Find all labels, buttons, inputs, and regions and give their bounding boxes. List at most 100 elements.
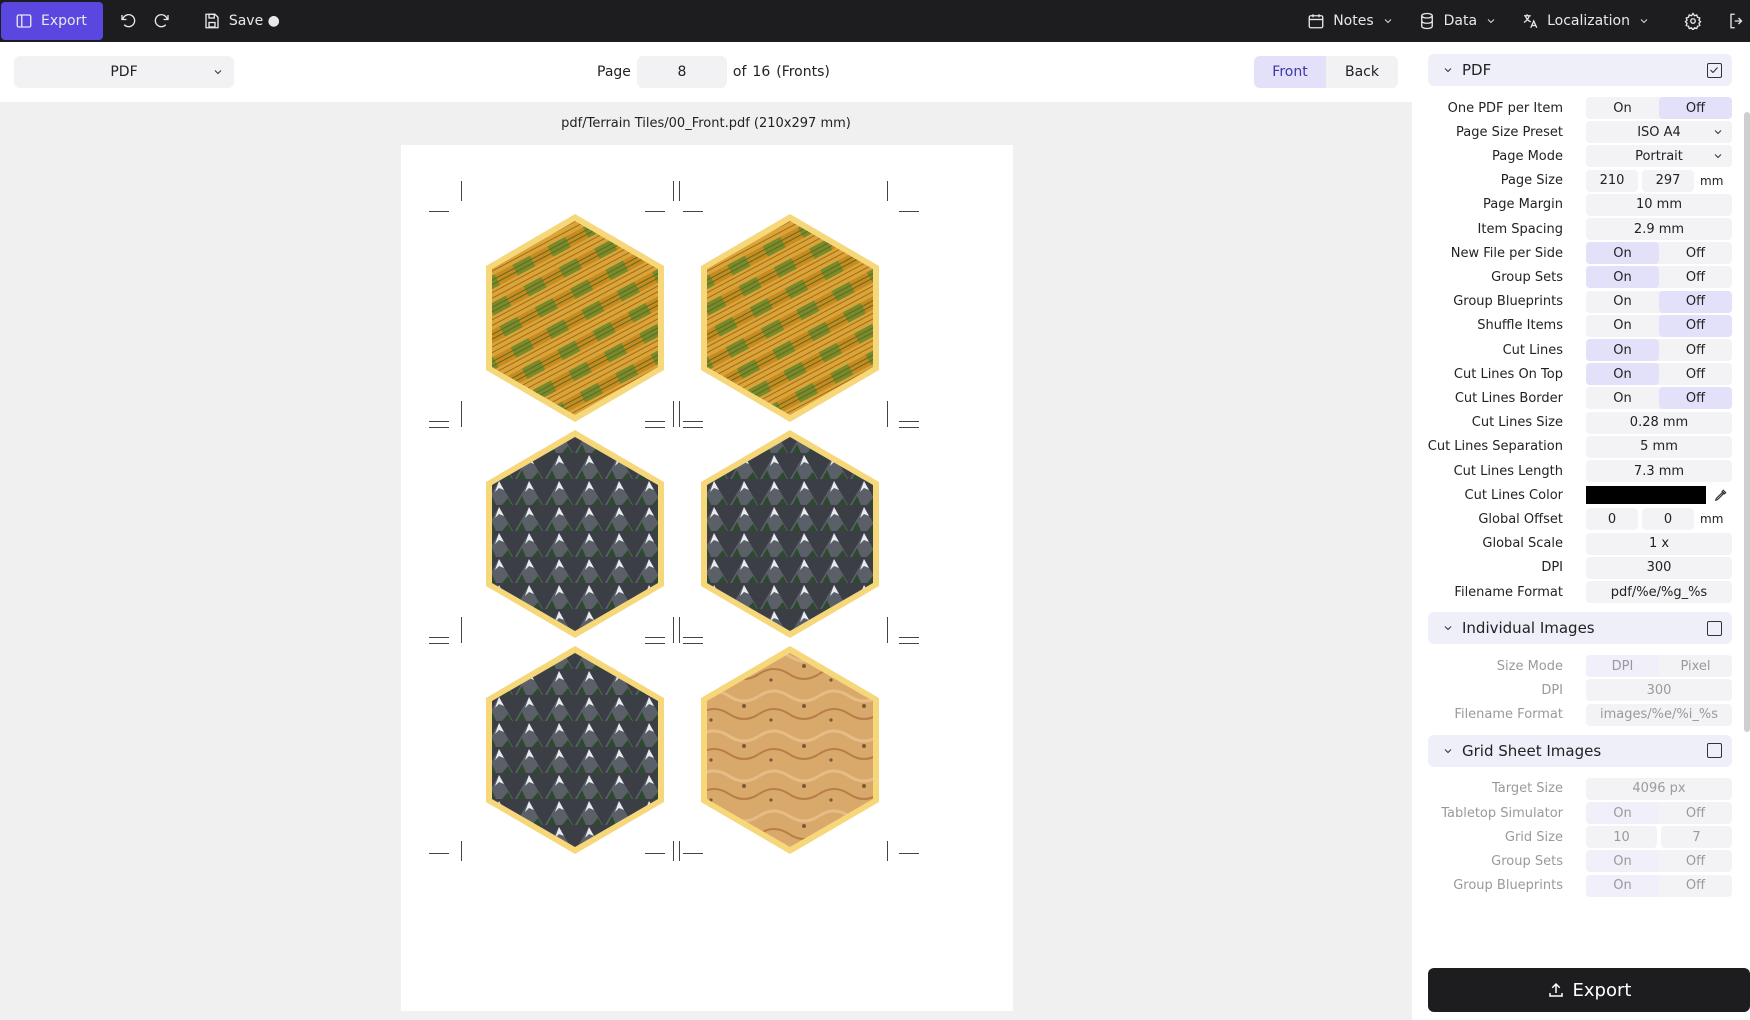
- pair-input-a[interactable]: 10: [1586, 826, 1657, 849]
- color-swatch[interactable]: [1586, 486, 1706, 505]
- section-checkbox[interactable]: [1707, 743, 1722, 759]
- pair-input-a[interactable]: 210: [1586, 169, 1638, 192]
- cut-line: [887, 841, 888, 861]
- setting-input[interactable]: 7.3 mm: [1586, 460, 1732, 482]
- setting-select[interactable]: ISO A4: [1586, 121, 1732, 144]
- setting-input[interactable]: 4096 px: [1586, 777, 1732, 800]
- setting-input[interactable]: 300: [1586, 679, 1732, 702]
- pair-input-b[interactable]: 297: [1642, 169, 1694, 192]
- pair-input-a[interactable]: 0: [1586, 508, 1638, 531]
- data-label: Data: [1443, 13, 1478, 29]
- setting-input[interactable]: pdf/%e/%g_%s: [1586, 581, 1732, 603]
- unit-label: mm: [1700, 512, 1724, 527]
- toggle-option-b[interactable]: Off: [1659, 266, 1732, 288]
- cut-line: [899, 853, 919, 854]
- back-button[interactable]: Back: [1326, 56, 1398, 88]
- toggle-option-a[interactable]: On: [1586, 266, 1659, 289]
- toggle-option-b[interactable]: Off: [1659, 339, 1732, 361]
- setting-input[interactable]: 0.28 mm: [1586, 411, 1732, 434]
- cut-line: [887, 407, 888, 427]
- section-checkbox[interactable]: [1707, 62, 1722, 78]
- redo-button[interactable]: [145, 0, 179, 42]
- side-toggle: Front Back: [1254, 56, 1398, 88]
- setting-input[interactable]: images/%e/%i_%s: [1586, 703, 1732, 726]
- toggle-option-a[interactable]: On: [1586, 97, 1659, 119]
- cut-line: [673, 623, 674, 643]
- setting-row: Cut Lines Length 7.3 mm: [1418, 459, 1750, 483]
- cut-line: [645, 637, 665, 638]
- setting-label: Global Scale: [1482, 536, 1563, 552]
- undo-button[interactable]: [103, 0, 145, 42]
- toggle-option-a[interactable]: On: [1586, 802, 1659, 824]
- setting-row: Target Size 4096 px: [1418, 777, 1750, 801]
- select-value: ISO A4: [1637, 124, 1681, 140]
- pager: Page 8 of 16 (Fronts): [597, 56, 830, 88]
- toggle-option-a[interactable]: On: [1586, 291, 1659, 313]
- cut-line: [679, 623, 680, 643]
- toggle-option-b[interactable]: Off: [1659, 314, 1732, 337]
- setting-row: Cut Lines Color: [1418, 483, 1750, 507]
- file-name: pdf/Terrain Tiles/00_Front.pdf (210x297 …: [561, 116, 851, 131]
- toggle-option-a[interactable]: On: [1586, 387, 1659, 409]
- setting-input[interactable]: 300: [1586, 556, 1732, 579]
- check-icon: [1710, 66, 1718, 73]
- setting-select[interactable]: Portrait: [1586, 145, 1732, 168]
- settings-button[interactable]: [1662, 0, 1724, 42]
- section-title: PDF: [1462, 61, 1492, 79]
- export-button-label: Export: [1572, 979, 1632, 1001]
- tile-mountains: [486, 646, 664, 854]
- pair-input-b[interactable]: 0: [1642, 508, 1694, 531]
- toggle-option-b[interactable]: Off: [1659, 290, 1732, 313]
- setting-row: Cut Lines Size 0.28 mm: [1418, 411, 1750, 435]
- cut-line: [645, 211, 665, 212]
- cut-line: [429, 427, 449, 428]
- export-button[interactable]: Export: [1428, 968, 1750, 1012]
- setting-label: Cut Lines Border: [1454, 390, 1563, 406]
- toggle-option-a[interactable]: DPI: [1586, 655, 1659, 678]
- toggle-option-b[interactable]: Off: [1659, 97, 1732, 119]
- toggle-option-b[interactable]: Pixel: [1659, 655, 1732, 677]
- setting-toggle: On Off: [1586, 387, 1732, 410]
- eyedropper-icon[interactable]: [1714, 488, 1728, 502]
- chevron-down-icon: [1714, 154, 1722, 159]
- cut-line: [887, 623, 888, 643]
- setting-input[interactable]: 5 mm: [1586, 435, 1732, 458]
- toggle-option-b[interactable]: Off: [1659, 387, 1732, 410]
- toggle-option-b[interactable]: Off: [1659, 802, 1732, 824]
- setting-label: Shuffle Items: [1477, 318, 1563, 334]
- toggle-option-a[interactable]: On: [1586, 850, 1659, 873]
- section-pdf[interactable]: PDF: [1428, 54, 1732, 86]
- setting-label: Cut Lines Size: [1471, 415, 1563, 431]
- export-tab-button[interactable]: Export: [1, 2, 103, 40]
- front-button[interactable]: Front: [1254, 56, 1326, 88]
- toggle-option-b[interactable]: Off: [1659, 363, 1732, 385]
- exit-button[interactable]: [1724, 0, 1750, 42]
- setting-label: Cut Lines: [1502, 342, 1563, 358]
- toggle-option-b[interactable]: Off: [1659, 875, 1732, 897]
- section-grid-sheet-images[interactable]: Grid Sheet Images: [1428, 734, 1732, 767]
- setting-input[interactable]: 1 x: [1586, 532, 1732, 555]
- input-value: images/%e/%i_%s: [1600, 707, 1718, 723]
- toggle-option-a[interactable]: On: [1586, 363, 1659, 386]
- setting-pair: 210 297: [1586, 169, 1694, 192]
- toggle-option-a[interactable]: On: [1586, 874, 1659, 897]
- section-individual-images[interactable]: Individual Images: [1428, 612, 1732, 645]
- cut-line: [673, 181, 674, 201]
- localization-menu[interactable]: Localization: [1509, 0, 1662, 42]
- toggle-option-a[interactable]: On: [1586, 339, 1659, 361]
- toggle-option-b[interactable]: Off: [1659, 242, 1732, 264]
- toggle-option-a[interactable]: On: [1586, 315, 1659, 337]
- setting-label: Cut Lines Separation: [1427, 439, 1563, 455]
- setting-input[interactable]: 10 mm: [1586, 193, 1732, 216]
- save-button[interactable]: Save ●: [179, 0, 292, 42]
- notes-menu[interactable]: Notes: [1295, 0, 1405, 42]
- undo-icon: [121, 13, 136, 28]
- setting-input[interactable]: 2.9 mm: [1586, 218, 1732, 240]
- pair-input-b[interactable]: 7: [1661, 826, 1732, 849]
- data-menu[interactable]: Data: [1406, 0, 1509, 42]
- format-select[interactable]: PDF: [14, 56, 234, 88]
- toggle-option-a[interactable]: On: [1586, 242, 1659, 265]
- toggle-option-b[interactable]: Off: [1659, 850, 1732, 872]
- section-checkbox[interactable]: [1707, 620, 1722, 636]
- page-number-input[interactable]: 8: [636, 56, 727, 88]
